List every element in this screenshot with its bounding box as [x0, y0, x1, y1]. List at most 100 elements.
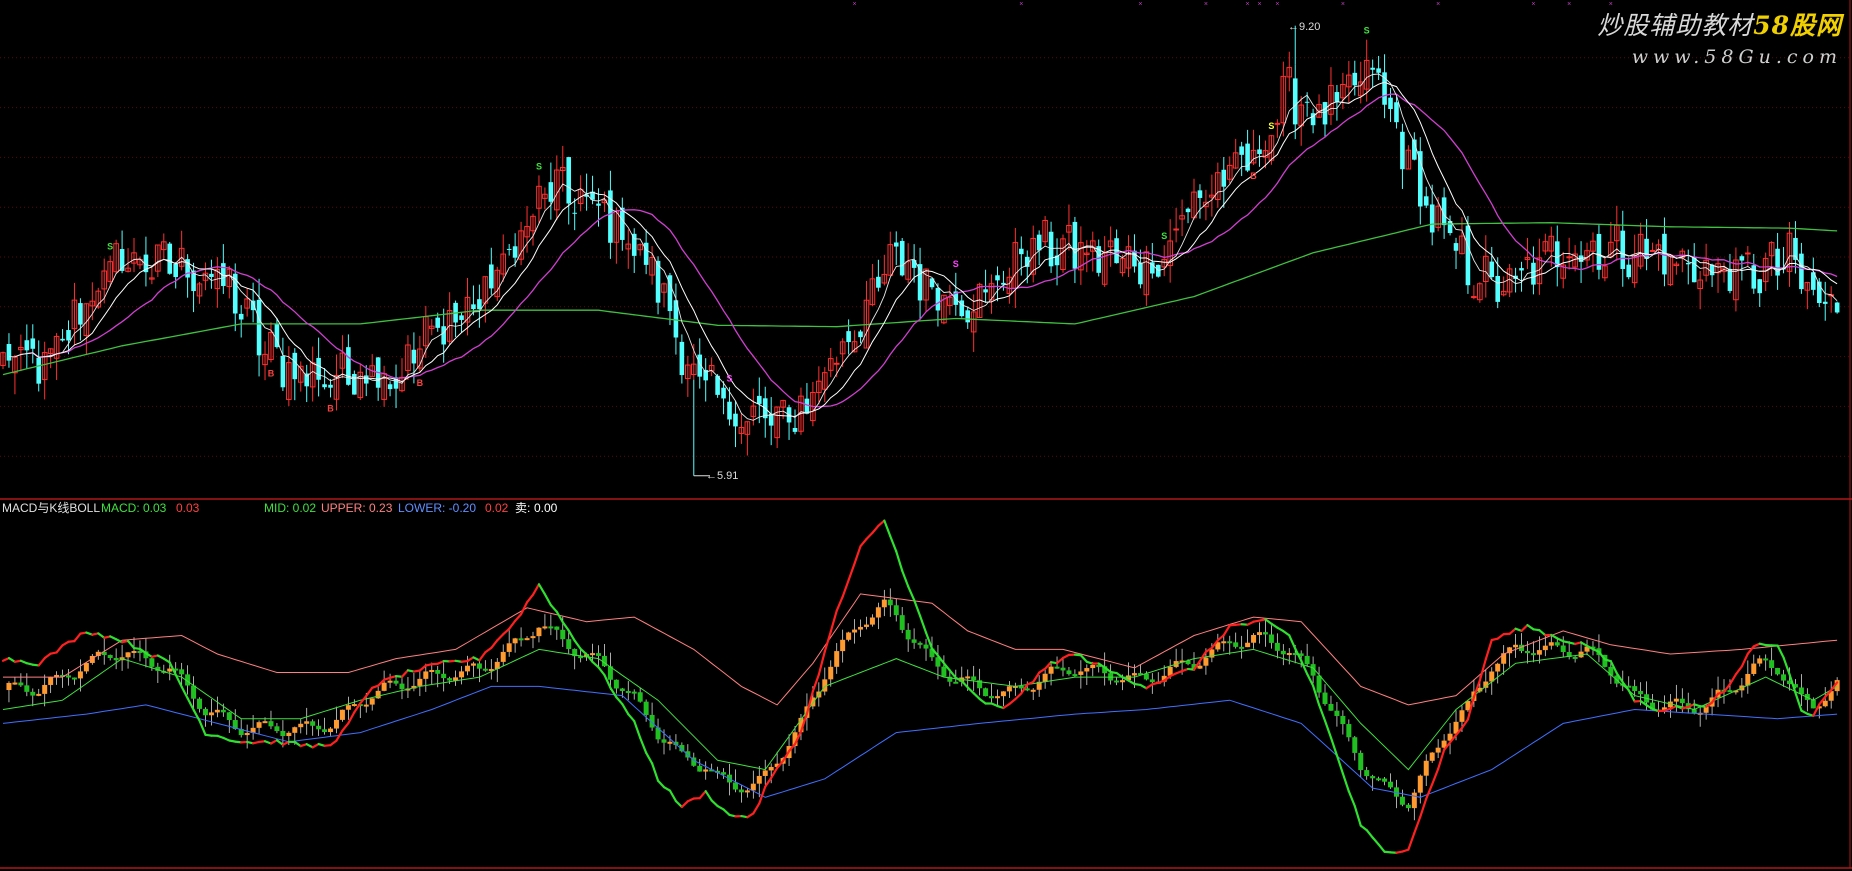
- macd-line-segment: [1359, 824, 1368, 832]
- indicator-bar-down: [554, 626, 560, 630]
- macd-line-segment: [1222, 624, 1231, 637]
- low-price-label: ←5.91: [706, 470, 739, 482]
- candle-body-down: [1799, 253, 1804, 290]
- indicator-bar-up: [1042, 673, 1048, 682]
- candle-body-down: [1757, 279, 1763, 294]
- macd-line-segment: [365, 686, 374, 698]
- macd-line-segment: [275, 739, 284, 746]
- indicator-bar-up: [667, 741, 673, 744]
- indicator-bar-down: [1239, 646, 1245, 649]
- mid-band-line: [2, 648, 1838, 771]
- candle-body-down: [792, 427, 798, 432]
- stock-chart: S S S S S S S B B B B × × × × × × × × × × × ×: [0, 0, 1852, 869]
- indicator-bar-up: [351, 704, 357, 707]
- macd-line-segment: [704, 790, 713, 802]
- indicator-bar-up: [1745, 673, 1751, 686]
- macd-line-segment: [835, 595, 844, 612]
- indicator-bar-down: [625, 690, 631, 693]
- candle-body-down: [1620, 230, 1626, 269]
- indicator-bar-up: [1084, 668, 1090, 672]
- indicator-bar-up: [1822, 700, 1828, 707]
- indicator-bar-up: [590, 653, 596, 656]
- candle-body-down: [24, 340, 30, 351]
- macd-line-segment: [609, 686, 618, 699]
- indicator-bar-up: [500, 651, 506, 662]
- sell-marker: S: [107, 242, 113, 252]
- macd-line-segment: [817, 650, 826, 676]
- candle-body-down: [280, 355, 286, 388]
- macd-line-segment: [1740, 652, 1749, 668]
- candle-body-down: [1239, 146, 1244, 155]
- candle-body-down: [387, 384, 393, 390]
- macd-line-segment: [543, 593, 552, 607]
- candle-body-down: [1138, 262, 1143, 285]
- indicator-bar-up: [768, 766, 774, 771]
- indicator-bar-down: [113, 658, 119, 661]
- candle-body-down: [209, 273, 214, 278]
- indicator-bar-up: [262, 721, 268, 724]
- indicator-bar-up: [1459, 710, 1465, 722]
- indicator-bar-up: [524, 638, 530, 641]
- macd-line-segment: [514, 613, 523, 622]
- tick-marker: ×: [853, 1, 857, 8]
- indicator-bar-up: [333, 719, 339, 729]
- macd-line-segment: [484, 646, 493, 654]
- macd-line-segment: [555, 610, 564, 624]
- candlestick-series: [0, 25, 1840, 477]
- macd-line-segment: [960, 679, 969, 689]
- sell-marker: S: [1364, 26, 1370, 36]
- indicator-bar-down: [30, 691, 36, 696]
- candle-body-down: [935, 287, 941, 311]
- indicator-bar-up: [846, 632, 852, 640]
- macd-line-segment: [329, 739, 338, 747]
- indicator-bar-up: [1131, 673, 1137, 676]
- indicator-bar-up: [1006, 686, 1012, 692]
- indicator-bar-up: [256, 722, 262, 728]
- indicator-bar-up: [459, 671, 465, 678]
- indicator-bar-down: [202, 708, 208, 716]
- macd-line-segment: [400, 669, 410, 678]
- candle-body-down: [1429, 204, 1435, 233]
- indicator-bar-up: [304, 721, 310, 724]
- indicator-bar-down: [1810, 699, 1816, 709]
- candle-body-down: [173, 263, 178, 278]
- indicator-bar-down: [435, 670, 441, 674]
- indicator-bar-up: [858, 626, 864, 630]
- candle-body-down: [363, 375, 369, 384]
- indicator-bar-down: [1679, 698, 1685, 704]
- candle-body-down: [1495, 275, 1501, 302]
- indicator-bar-down: [24, 685, 30, 692]
- macd-line-segment: [680, 800, 689, 809]
- candle-body-down: [572, 212, 577, 214]
- indicator-bar-down: [560, 629, 566, 640]
- indicator-bar-down: [661, 739, 667, 743]
- indicator-lines: [1, 519, 1839, 854]
- indicator-bar-down: [1328, 703, 1334, 711]
- candle-body-down: [846, 331, 851, 343]
- macd-line-segment: [73, 632, 82, 643]
- indicator-bar-down: [476, 663, 482, 669]
- ma20-line: [26, 93, 1838, 408]
- tick-marker: ×: [1567, 1, 1571, 8]
- indicator-bar-up: [828, 666, 834, 680]
- macd-line-segment: [621, 702, 630, 716]
- macd-line-segment: [1377, 843, 1386, 853]
- indicator-bar-up: [703, 769, 709, 772]
- macd-line-segment: [859, 537, 868, 548]
- indicator-bar-up: [756, 775, 762, 784]
- indicator-bar-up: [1090, 664, 1096, 669]
- macd-line-segment: [490, 639, 499, 649]
- candle-body-down: [995, 275, 1000, 281]
- macd-line-segment: [829, 609, 838, 633]
- indicator-bar-down: [220, 709, 226, 713]
- macd-line-segment: [627, 713, 636, 723]
- candle-body-down: [566, 157, 572, 204]
- candle-body-down: [66, 330, 71, 341]
- macd-line-segment: [585, 653, 594, 664]
- candle-body-down: [1376, 68, 1381, 73]
- indicator-bar-down: [1233, 642, 1239, 647]
- indicator-bar-down: [732, 782, 738, 790]
- macd-line-segment: [972, 692, 981, 701]
- macd-line-segment: [347, 711, 356, 725]
- macd-line-segment: [1413, 815, 1422, 835]
